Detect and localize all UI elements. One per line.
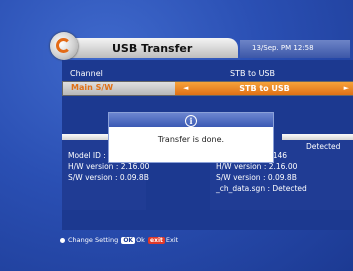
- usb-hw-version: H/W version : 2.16.00: [216, 162, 298, 171]
- stb-sw-version: S/W version : 0.09.8B: [68, 173, 149, 182]
- info-icon: i: [185, 115, 197, 127]
- title-tab: USB Transfer: [62, 38, 238, 58]
- stb-hw-version: H/W version : 2.16.00: [68, 162, 150, 171]
- ok-key-icon[interactable]: OK: [121, 237, 136, 244]
- usb-transfer-screen: USB Transfer 13/Sep. PM 12:58 Channel ST…: [0, 0, 353, 271]
- main-sw-row[interactable]: Main S/W ◄ STB to USB ►: [62, 81, 353, 96]
- right-arrow-icon[interactable]: ►: [344, 82, 349, 95]
- swirl-icon: [56, 38, 71, 53]
- main-sw-value[interactable]: ◄ STB to USB ►: [175, 82, 353, 95]
- dialog-message: Transfer is done.: [157, 135, 225, 144]
- logo-icon: [50, 32, 78, 60]
- usb-sw-version: S/W version : 0.09.8B: [216, 173, 297, 182]
- channel-row[interactable]: Channel STB to USB: [62, 68, 353, 81]
- usb-detected-status: Detected: [306, 142, 341, 151]
- footer-help: Change Setting OK Ok exit Exit: [60, 236, 178, 244]
- clock-text: 13/Sep. PM 12:58: [252, 44, 314, 52]
- exit-key-icon[interactable]: exit: [148, 237, 165, 244]
- main-sw-value-text: STB to USB: [239, 84, 290, 93]
- navigation-icon: [60, 237, 65, 243]
- dialog-header: i: [109, 113, 273, 127]
- left-arrow-icon[interactable]: ◄: [183, 82, 188, 95]
- channel-value: STB to USB: [230, 69, 275, 78]
- exit-label: Exit: [165, 236, 179, 244]
- page-title: USB Transfer: [112, 42, 193, 55]
- clock-bar: 13/Sep. PM 12:58: [240, 40, 350, 58]
- channel-label: Channel: [70, 69, 103, 78]
- change-setting-label: Change Setting: [68, 236, 119, 244]
- header: USB Transfer 13/Sep. PM 12:58: [50, 32, 350, 60]
- main-sw-label: Main S/W: [71, 83, 114, 92]
- usb-ch-data-status: _ch_data.sgn : Detected: [216, 184, 307, 193]
- ok-label: Ok: [136, 236, 145, 244]
- transfer-done-dialog[interactable]: i Transfer is done.: [108, 112, 274, 163]
